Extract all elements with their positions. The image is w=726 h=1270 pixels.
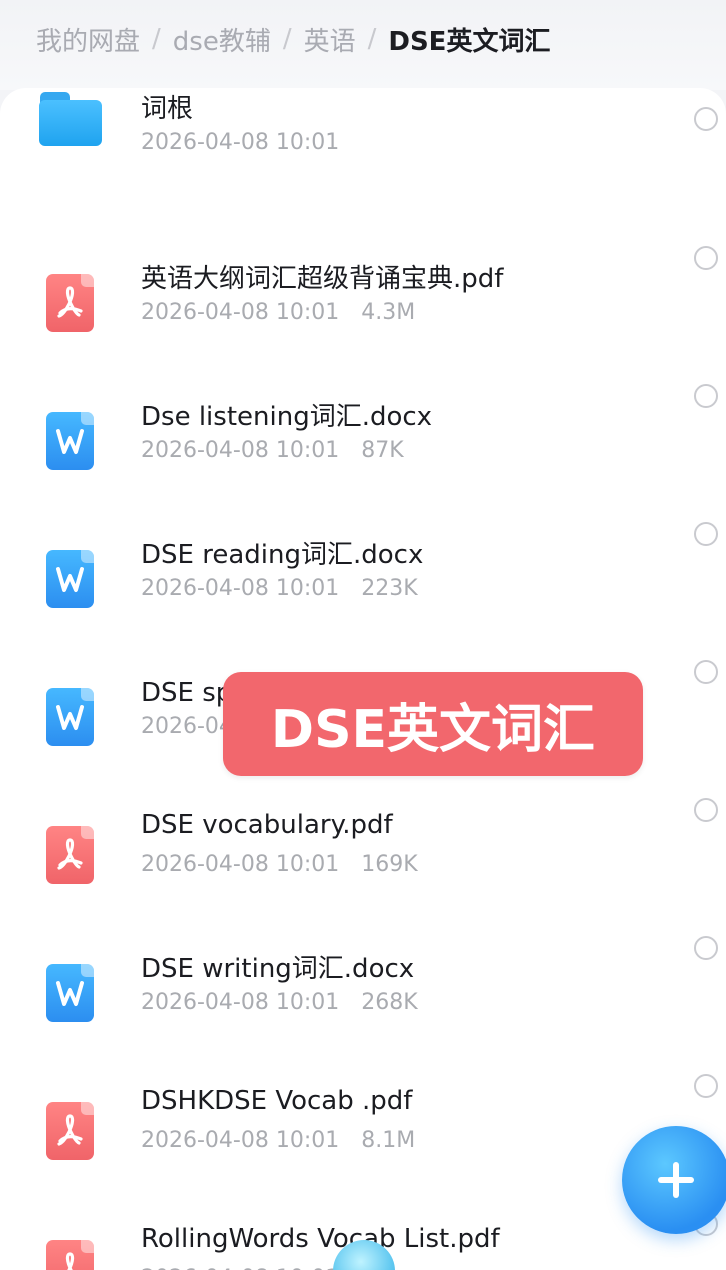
file-meta: 2026-04-08 10:01 4.3M xyxy=(141,300,415,325)
file-size: 223K xyxy=(361,576,418,601)
list-item[interactable]: Dse listening词汇.docx 2026-04-08 10:01 87K xyxy=(0,360,726,498)
file-name: DSE writing词汇.docx xyxy=(141,954,415,984)
file-size: 87K xyxy=(361,438,404,463)
file-date: 2026-04-08 10:01 xyxy=(141,1266,339,1270)
pdf-icon xyxy=(36,274,106,344)
breadcrumb-item-my-drive[interactable]: 我的网盘 xyxy=(36,21,140,58)
select-radio-icon[interactable] xyxy=(694,1074,718,1098)
file-size: 268K xyxy=(361,990,418,1015)
select-radio-icon[interactable] xyxy=(694,246,718,270)
select-radio-icon[interactable] xyxy=(694,798,718,822)
breadcrumb-separator: / xyxy=(282,24,292,54)
file-date: 2026-04-08 10:01 xyxy=(141,1128,340,1153)
breadcrumb-separator: / xyxy=(152,24,161,54)
breadcrumb: 我的网盘 / dse教辅 / 英语 / DSE英文词汇 xyxy=(0,0,726,90)
file-date: 2026-04-08 10:01 xyxy=(141,438,340,463)
select-radio-icon[interactable] xyxy=(694,936,718,960)
file-name: DSE vocabulary.pdf xyxy=(141,810,393,840)
file-name: RollingWords Vocab List.pdf xyxy=(141,1224,500,1254)
word-doc-icon xyxy=(36,550,106,620)
watermark-banner: DSE英文词汇 xyxy=(223,672,643,776)
file-browser: 我的网盘 / dse教辅 / 英语 / DSE英文词汇 词根 2026-04-08… xyxy=(0,0,726,1270)
file-date: 2026-04-08 10:01 xyxy=(141,990,340,1015)
add-button[interactable] xyxy=(622,1126,726,1234)
breadcrumb-current: DSE英文词汇 xyxy=(388,26,551,57)
select-radio-icon[interactable] xyxy=(694,660,718,684)
select-radio-icon[interactable] xyxy=(694,522,718,546)
pdf-icon xyxy=(36,826,106,896)
list-item[interactable]: DSHKDSE Vocab .pdf 2026-04-08 10:01 8.1M xyxy=(0,1050,726,1188)
file-meta: 2026-04-08 10:01 xyxy=(141,1266,361,1270)
breadcrumb-item-english[interactable]: 英语 xyxy=(304,21,356,58)
file-size: 4.3M xyxy=(361,300,416,325)
file-name: 词根 xyxy=(141,94,194,124)
file-meta: 2026-04-08 10:01 xyxy=(141,130,361,155)
word-doc-icon xyxy=(36,688,106,758)
file-size: 169K xyxy=(361,852,418,877)
plus-icon xyxy=(658,1162,694,1198)
file-date: 2026-04-08 10:01 xyxy=(141,852,340,877)
word-doc-icon xyxy=(36,412,106,482)
pdf-icon xyxy=(36,1240,106,1270)
list-item[interactable]: 词根 2026-04-08 10:01 xyxy=(0,88,726,226)
file-meta: 2026-04-08 10:01 268K xyxy=(141,990,418,1015)
file-name: 英语大纲词汇超级背诵宝典.pdf xyxy=(141,264,504,294)
list-item[interactable]: DSE reading词汇.docx 2026-04-08 10:01 223K xyxy=(0,498,726,636)
file-size: 8.1M xyxy=(361,1128,416,1153)
breadcrumb-item-dse[interactable]: dse教辅 xyxy=(173,21,271,58)
select-radio-icon[interactable] xyxy=(694,107,718,131)
breadcrumb-separator: / xyxy=(367,24,377,54)
word-doc-icon xyxy=(36,964,106,1034)
list-item[interactable]: DSE writing词汇.docx 2026-04-08 10:01 268K xyxy=(0,912,726,1050)
pdf-icon xyxy=(36,1102,106,1172)
file-meta: 2026-04-08 10:01 8.1M xyxy=(141,1128,415,1153)
file-meta: 2026-04-08 10:01 87K xyxy=(141,438,404,463)
folder-icon xyxy=(36,88,106,158)
file-name: DSHKDSE Vocab .pdf xyxy=(141,1086,413,1116)
file-name: Dse listening词汇.docx xyxy=(141,402,433,432)
select-radio-icon[interactable] xyxy=(694,384,718,408)
file-date: 2026-04-08 10:01 xyxy=(141,300,340,325)
file-date: 2026-04-08 10:01 xyxy=(141,130,340,155)
file-date: 2026-04-08 10:01 xyxy=(141,576,340,601)
list-item[interactable]: 英语大纲词汇超级背诵宝典.pdf 2026-04-08 10:01 4.3M xyxy=(0,222,726,360)
file-name: DSE reading词汇.docx xyxy=(141,540,424,570)
file-meta: 2026-04-08 10:01 223K xyxy=(141,576,418,601)
file-meta: 2026-04-08 10:01 169K xyxy=(141,852,418,877)
list-item[interactable]: DSE vocabulary.pdf 2026-04-08 10:01 169K xyxy=(0,774,726,912)
